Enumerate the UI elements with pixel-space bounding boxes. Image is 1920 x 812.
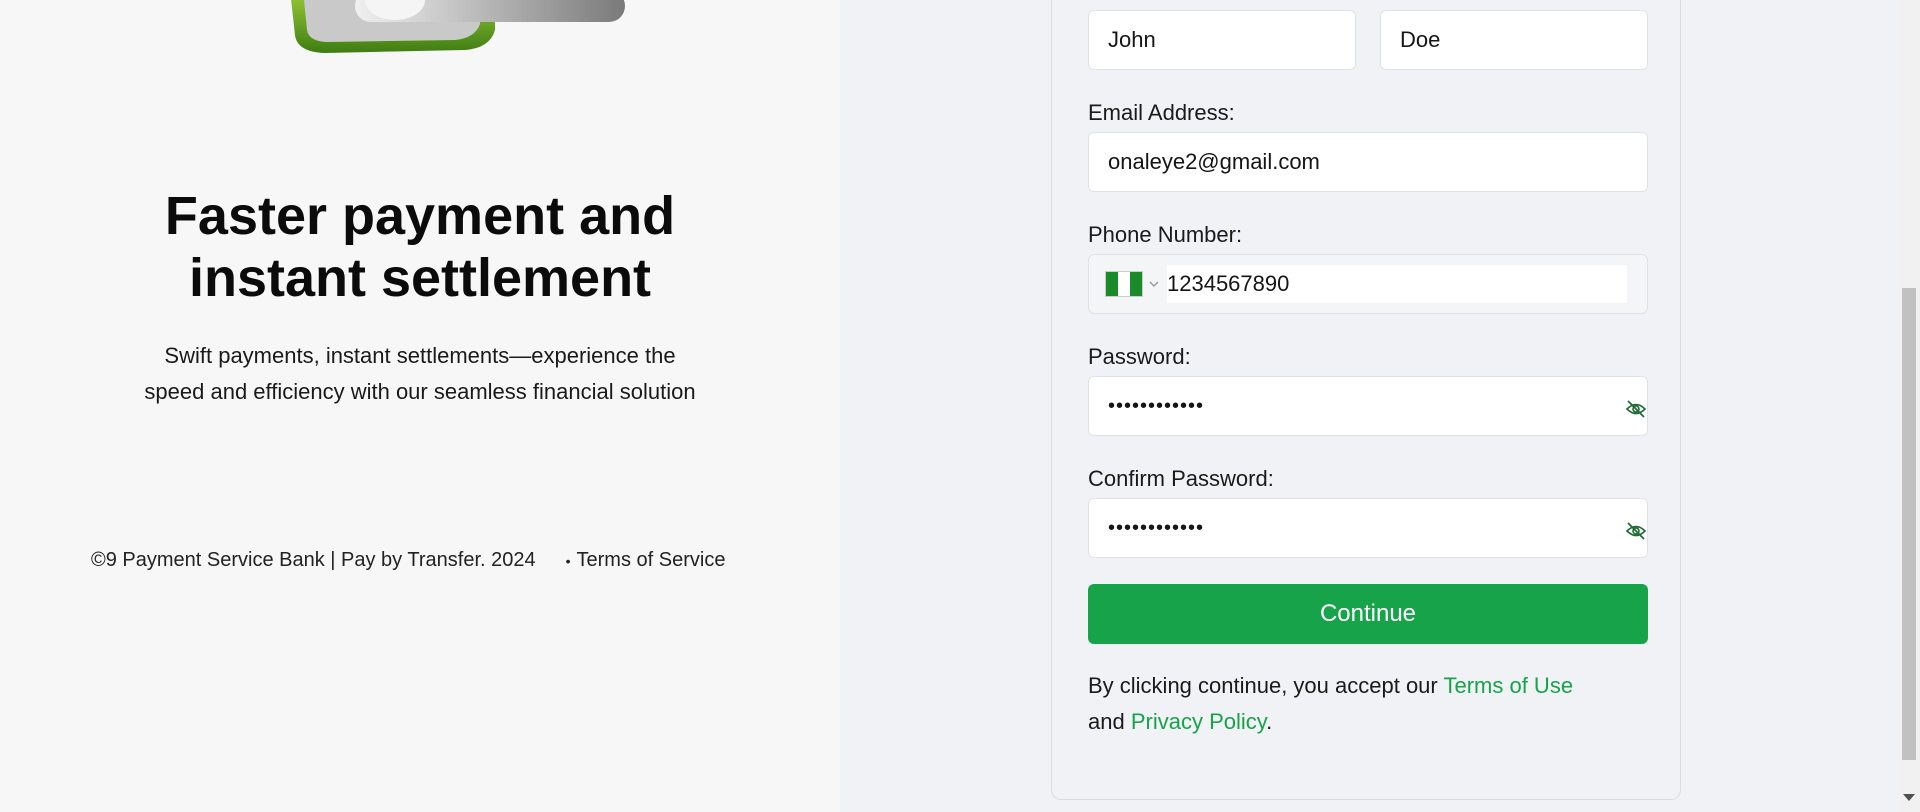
email-field[interactable] [1088,132,1648,192]
copyright-text: ©9 Payment Service Bank | Pay by Transfe… [91,549,536,571]
card-illustration-icon [291,0,625,53]
password-field[interactable]: •••••••••••• [1088,376,1648,436]
eye-off-icon[interactable] [1625,521,1647,541]
signup-page: Faster payment and instant settlement Sw… [0,0,1920,812]
email-input[interactable] [1108,149,1647,175]
email-label: Email Address: [1088,100,1235,125]
confirm-password-field[interactable]: •••••••••••• [1088,498,1648,558]
continue-button[interactable]: Continue [1088,584,1648,644]
page-scrollbar[interactable] [1898,0,1920,812]
hero-subtitle-line: speed and efficiency with our seamless f… [144,379,696,404]
password-label: Password: [1088,344,1191,369]
first-name-field[interactable] [1088,10,1356,70]
hero-subtitle: Swift payments, instant settlements—expe… [0,338,840,410]
nigeria-flag-icon[interactable] [1105,271,1143,297]
form-panel: Email Address: Phone Number: Password: •… [840,0,1898,812]
last-name-field[interactable] [1380,10,1648,70]
confirm-password-label: Confirm Password: [1088,466,1274,491]
confirm-password-input[interactable]: •••••••••••• [1108,517,1204,540]
terms-of-use-link[interactable]: Terms of Use [1443,673,1573,698]
phone-label: Phone Number: [1088,222,1243,247]
privacy-policy-link[interactable]: Privacy Policy [1131,709,1266,734]
hero-title-line: Faster payment and [164,186,676,246]
phone-field[interactable] [1088,254,1648,314]
first-name-input[interactable] [1108,27,1355,53]
consent-text: By clicking continue, you accept our Ter… [1088,668,1648,740]
promo-panel: Faster payment and instant settlement Sw… [0,0,840,812]
password-input[interactable]: •••••••••••• [1108,395,1204,418]
chevron-down-icon[interactable] [1147,277,1161,291]
last-name-input[interactable] [1400,27,1647,53]
consent-prefix: By clicking continue, you accept our [1088,673,1444,698]
bullet-separator: • [565,552,571,569]
eye-off-icon[interactable] [1625,399,1647,419]
consent-suffix: . [1266,709,1273,734]
hero-subtitle-line: Swift payments, instant settlements—expe… [164,343,676,368]
hero-title: Faster payment and instant settlement [0,185,840,309]
phone-input[interactable] [1167,265,1627,303]
hero-title-line: instant settlement [188,248,652,308]
footer: ©9 Payment Service Bank | Pay by Transfe… [91,549,725,572]
scroll-down-arrow-icon[interactable] [1903,794,1915,801]
terms-of-service-link[interactable]: Terms of Service [577,549,726,572]
consent-and: and [1088,709,1131,734]
scrollbar-thumb[interactable] [1902,288,1916,760]
